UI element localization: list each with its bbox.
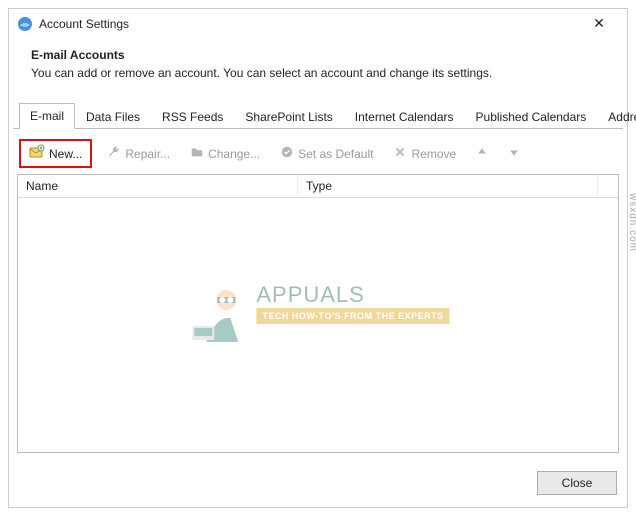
set-default-label: Set as Default (298, 147, 373, 161)
intro-subtext: You can add or remove an account. You ca… (31, 66, 605, 80)
remove-button: Remove (388, 143, 461, 164)
set-default-button: Set as Default (275, 143, 378, 164)
change-button: Change... (185, 143, 265, 164)
wrench-icon (107, 145, 121, 162)
account-settings-dialog: Account Settings ✕ E-mail Accounts You c… (8, 8, 628, 508)
column-end (598, 175, 618, 197)
remove-label: Remove (411, 147, 456, 161)
toolbar: New... Repair... Change... Set as Defaul… (13, 133, 623, 174)
arrow-down-icon (508, 146, 520, 161)
tab-email[interactable]: E-mail (19, 103, 75, 129)
side-caption: wsxdn.com (627, 193, 636, 252)
watermark-sub: TECH HOW-TO'S FROM THE EXPERTS (256, 308, 449, 324)
watermark-title: APPUALS (256, 282, 449, 308)
check-circle-icon (280, 145, 294, 162)
close-dialog-button[interactable]: Close (537, 471, 617, 495)
column-type[interactable]: Type (298, 175, 598, 197)
tab-internet-calendars[interactable]: Internet Calendars (344, 104, 465, 129)
close-button[interactable]: ✕ (579, 15, 619, 32)
repair-button: Repair... (102, 143, 175, 164)
remove-x-icon (393, 145, 407, 162)
arrow-up-icon (476, 146, 488, 161)
intro-block: E-mail Accounts You can add or remove an… (9, 38, 627, 102)
move-down-button (503, 144, 525, 163)
change-label: Change... (208, 147, 260, 161)
accounts-list: Name Type APPUALS TECH HOW-TO'S FROM THE… (17, 174, 619, 453)
tab-sharepoint-lists[interactable]: SharePoint Lists (234, 104, 343, 129)
move-up-button (471, 144, 493, 163)
watermark: APPUALS TECH HOW-TO'S FROM THE EXPERTS (186, 282, 449, 346)
window-title: Account Settings (39, 17, 129, 31)
new-label: New... (49, 147, 82, 161)
list-header: Name Type (18, 175, 618, 198)
tab-data-files[interactable]: Data Files (75, 104, 151, 129)
tab-address-books[interactable]: Address Books (597, 104, 636, 129)
folder-change-icon (190, 145, 204, 162)
tabs: E-mail Data Files RSS Feeds SharePoint L… (13, 102, 623, 129)
mail-new-icon (29, 144, 45, 163)
tab-published-calendars[interactable]: Published Calendars (465, 104, 598, 129)
column-name[interactable]: Name (18, 175, 298, 197)
intro-heading: E-mail Accounts (31, 48, 605, 62)
watermark-figure-icon (186, 282, 250, 346)
title-bar: Account Settings ✕ (9, 9, 627, 38)
dialog-footer: Close (9, 461, 627, 507)
tab-rss-feeds[interactable]: RSS Feeds (151, 104, 234, 129)
app-icon (17, 16, 33, 32)
new-button[interactable]: New... (24, 142, 87, 165)
repair-label: Repair... (125, 147, 170, 161)
new-button-highlight: New... (19, 139, 92, 168)
